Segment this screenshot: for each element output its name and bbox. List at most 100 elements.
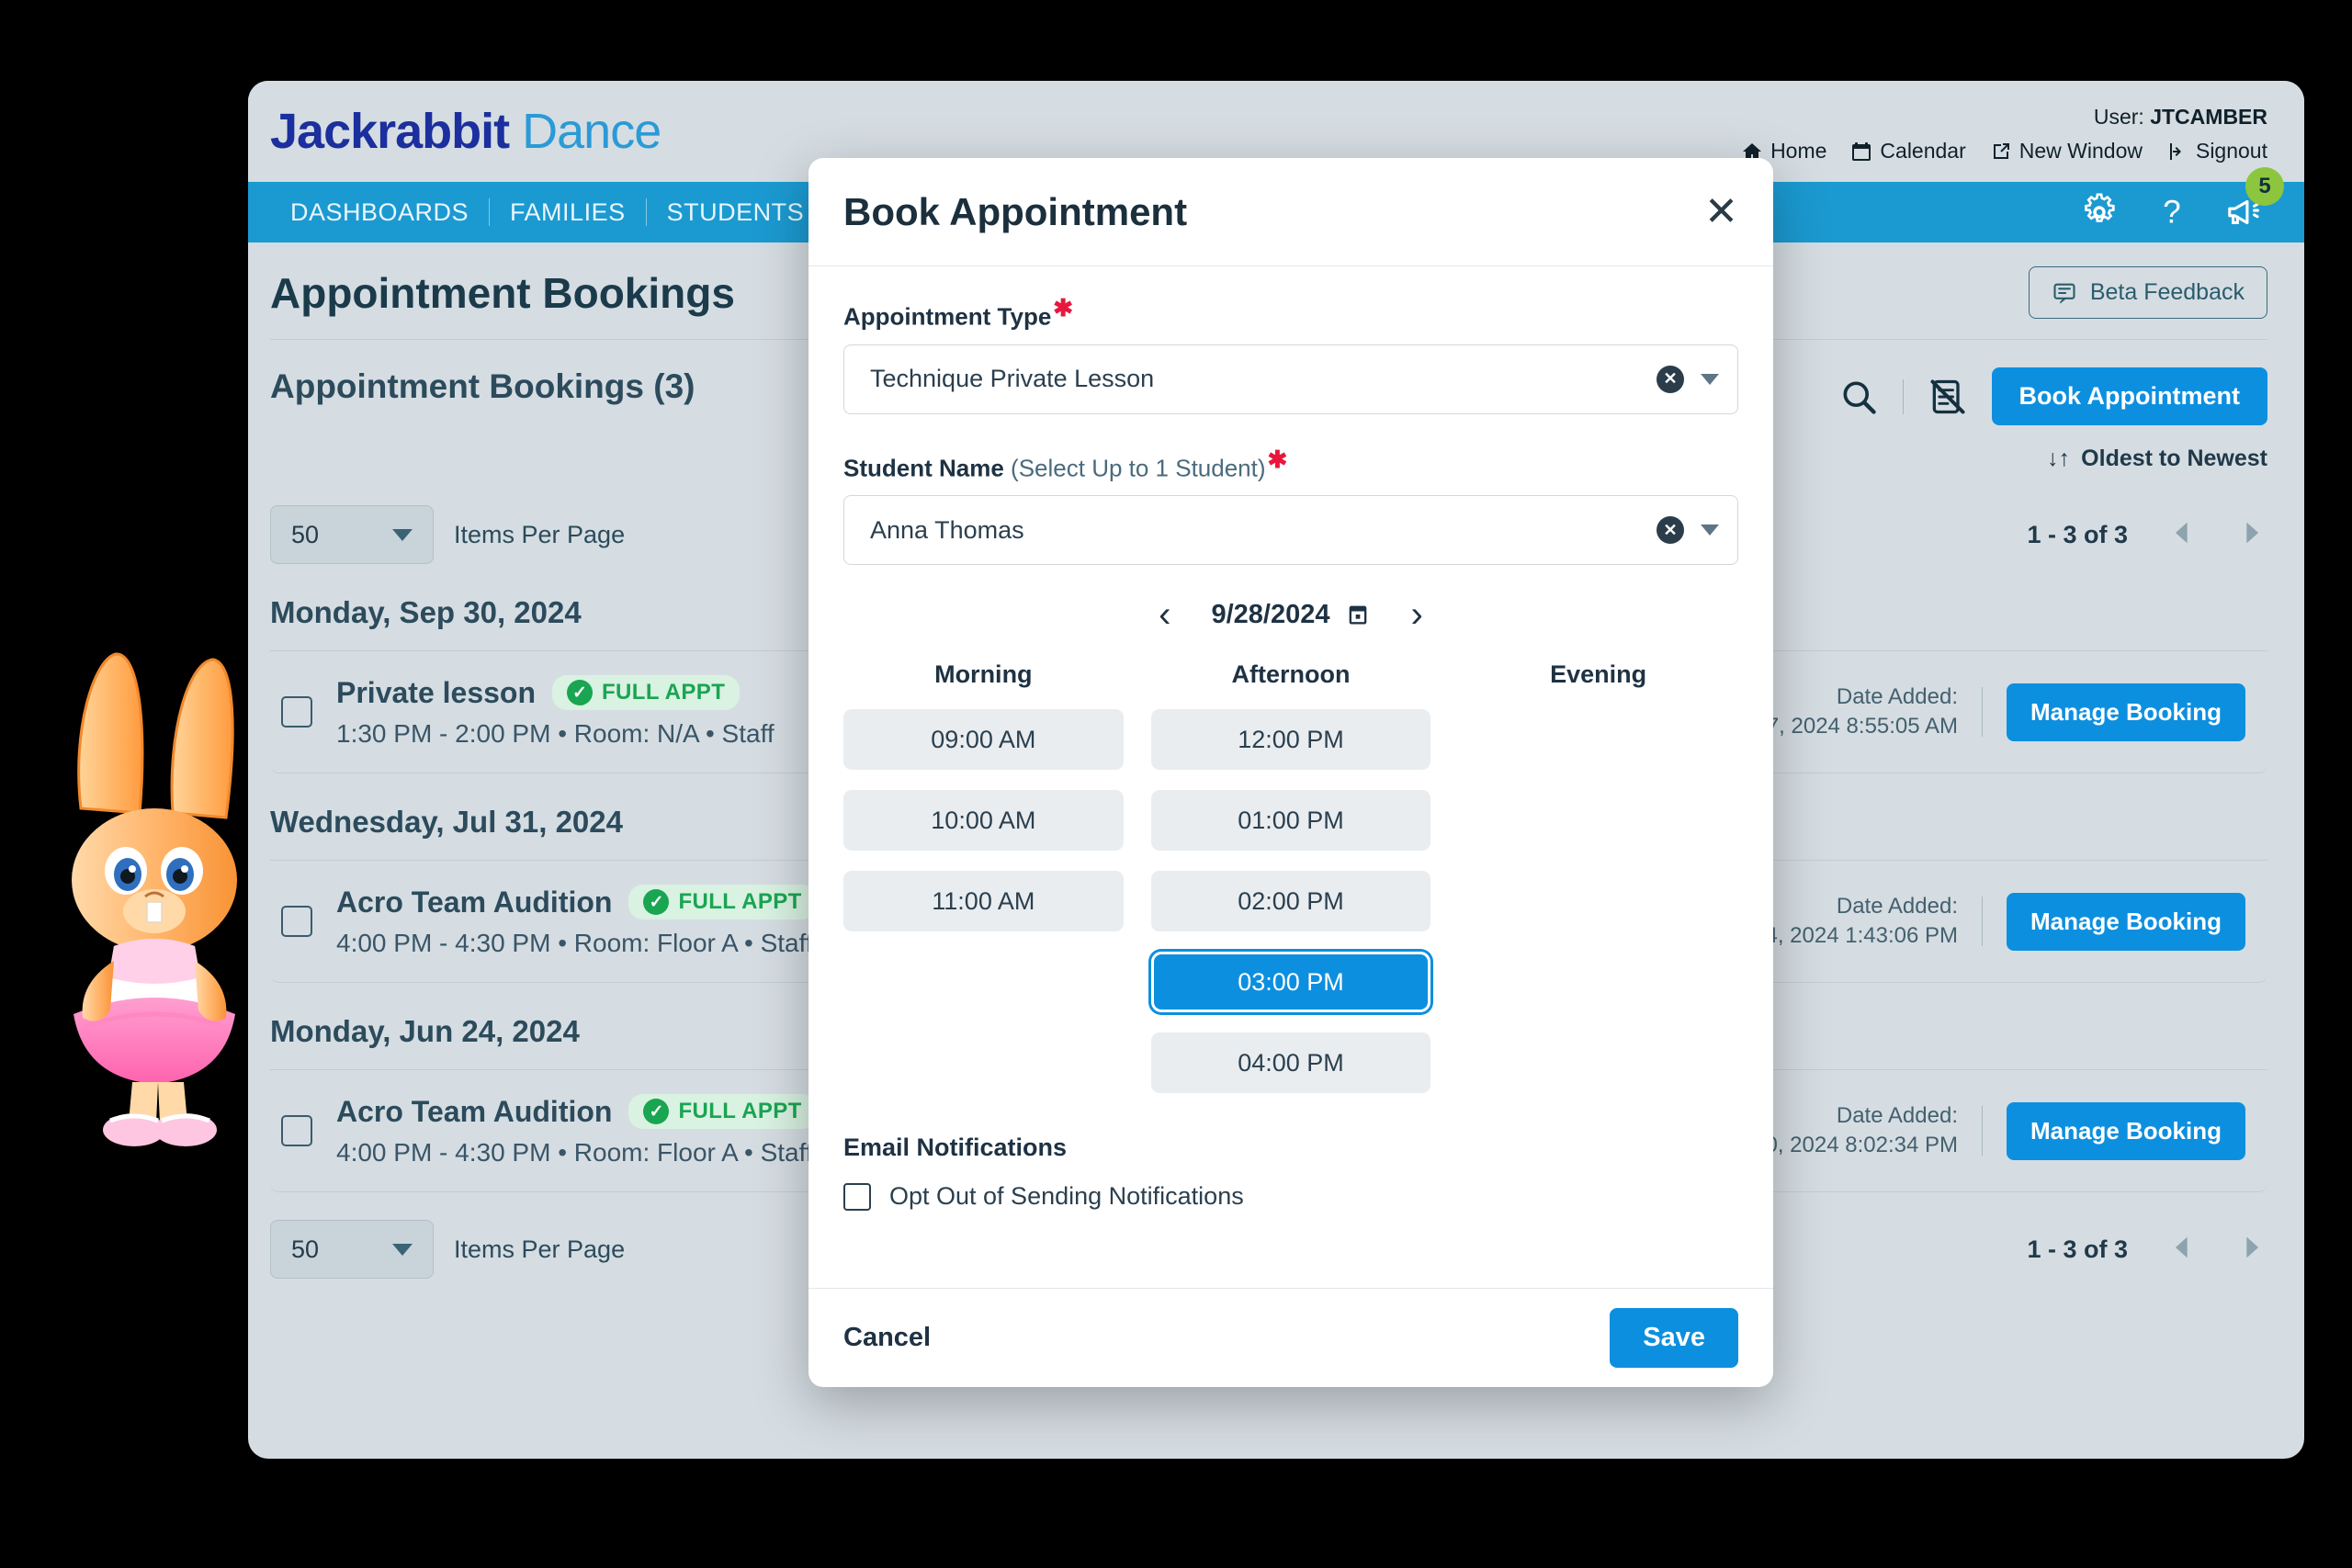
- user-name: JTCAMBER: [2150, 105, 2267, 129]
- manage-booking-button[interactable]: Manage Booking: [2006, 892, 2245, 951]
- announcements-button[interactable]: 5: [2223, 167, 2284, 233]
- save-button[interactable]: Save: [1610, 1308, 1738, 1368]
- date-picker[interactable]: 9/28/2024: [1211, 600, 1370, 630]
- time-slot[interactable]: 04:00 PM: [1150, 1032, 1431, 1094]
- student-name-select[interactable]: Anna Thomas ✕: [843, 495, 1738, 566]
- triangle-left-icon: [2175, 1236, 2188, 1258]
- row-checkbox[interactable]: [281, 696, 312, 728]
- pager-top: 1 - 3 of 3: [2027, 517, 2267, 553]
- page-title: Appointment Bookings: [270, 268, 735, 317]
- status-badge: ✓ FULL APPT: [552, 675, 741, 710]
- time-slot[interactable]: 01:00 PM: [1150, 790, 1431, 852]
- nav-item-students[interactable]: STUDENTS: [647, 198, 825, 227]
- status-badge: ✓ FULL APPT: [628, 885, 817, 919]
- chevron-down-icon[interactable]: [1701, 373, 1719, 385]
- feedback-icon: [2053, 283, 2075, 304]
- settings-button[interactable]: [2078, 191, 2120, 233]
- clear-filters-button[interactable]: [1928, 377, 1968, 417]
- appointment-type-select[interactable]: Technique Private Lesson ✕: [843, 344, 1738, 414]
- pager-prev-top[interactable]: [2166, 517, 2198, 553]
- time-slots-grid: Morning 09:00 AM 10:00 AM 11:00 AM After…: [843, 660, 1738, 1113]
- status-badge: ✓ FULL APPT: [628, 1094, 817, 1129]
- slot-column-header: Morning: [934, 660, 1033, 689]
- opt-out-checkbox[interactable]: [843, 1182, 871, 1211]
- manage-booking-button[interactable]: Manage Booking: [2006, 682, 2245, 741]
- header-link-new-window[interactable]: New Window: [1990, 139, 2143, 164]
- pager-prev-bottom[interactable]: [2166, 1232, 2198, 1268]
- header-link-calendar[interactable]: Calendar: [1850, 139, 1966, 164]
- logo-jackrabbit: Jackrabbit: [270, 104, 510, 159]
- pager-range-bottom: 1 - 3 of 3: [2027, 1235, 2128, 1263]
- student-name-label-text: Student Name: [843, 454, 1004, 482]
- chevron-right-icon[interactable]: ›: [1411, 596, 1423, 633]
- slot-column-afternoon: Afternoon 12:00 PM 01:00 PM 02:00 PM 03:…: [1150, 660, 1431, 1113]
- list-toolbar: Book Appointment: [1838, 367, 2267, 425]
- items-per-page-label-bottom: Items Per Page: [454, 1235, 626, 1263]
- booking-title: Acro Team Audition: [336, 1094, 613, 1128]
- header-link-signout-label: Signout: [2195, 139, 2267, 163]
- chevron-down-icon[interactable]: [1701, 525, 1719, 536]
- slot-column-evening: Evening: [1458, 660, 1738, 1113]
- time-slot[interactable]: 09:00 AM: [843, 709, 1124, 771]
- row-texts: Acro Team Audition ✓ FULL APPT 4:00 PM -…: [336, 885, 817, 958]
- time-slot[interactable]: 12:00 PM: [1150, 709, 1431, 771]
- nav-items: DASHBOARDS FAMILIES STUDENTS: [270, 198, 824, 227]
- row-checkbox[interactable]: [281, 1115, 312, 1146]
- announcements-badge: 5: [2245, 167, 2284, 206]
- clear-icon[interactable]: ✕: [1657, 365, 1684, 393]
- pager-next-top[interactable]: [2236, 517, 2267, 553]
- email-notifications-section: Email Notifications Opt Out of Sending N…: [843, 1134, 1738, 1211]
- required-asterisk: ✱: [1053, 294, 1074, 321]
- book-appointment-modal: Book Appointment ✕ Appointment Type✱ Tec…: [808, 158, 1773, 1387]
- row-texts: Acro Team Audition ✓ FULL APPT 4:00 PM -…: [336, 1094, 817, 1168]
- sort-control[interactable]: ↓↑ Oldest to Newest: [2047, 446, 2267, 472]
- row-title-line: Acro Team Audition ✓ FULL APPT: [336, 885, 817, 919]
- chevron-left-icon[interactable]: ‹: [1159, 596, 1170, 633]
- header-links: Home Calendar New Window Signout: [1741, 139, 2267, 164]
- time-slot[interactable]: 10:00 AM: [843, 790, 1124, 852]
- cancel-button[interactable]: Cancel: [843, 1323, 931, 1353]
- status-badge-label: FULL APPT: [678, 889, 802, 914]
- nav-item-dashboards[interactable]: DASHBOARDS: [270, 198, 489, 227]
- check-icon: ✓: [567, 680, 593, 705]
- search-icon: [1843, 381, 1876, 414]
- row-checkbox[interactable]: [281, 906, 312, 937]
- manage-booking-button[interactable]: Manage Booking: [2006, 1101, 2245, 1160]
- opt-out-row[interactable]: Opt Out of Sending Notifications: [843, 1182, 1738, 1211]
- time-slot-selected[interactable]: 03:00 PM: [1150, 952, 1431, 1013]
- pager-next-bottom[interactable]: [2236, 1232, 2267, 1268]
- gear-icon: [2085, 193, 2115, 222]
- close-icon[interactable]: ✕: [1704, 191, 1738, 232]
- external-link-icon: [1993, 142, 2009, 159]
- chevron-down-icon: [392, 528, 413, 541]
- time-slot[interactable]: 02:00 PM: [1150, 871, 1431, 932]
- row-texts: Private lesson ✓ FULL APPT 1:30 PM - 2:0…: [336, 675, 775, 749]
- help-button[interactable]: ?: [2154, 191, 2190, 233]
- beta-feedback-button[interactable]: Beta Feedback: [2028, 266, 2267, 319]
- student-name-hint: (Select Up to 1 Student): [1011, 454, 1266, 482]
- signout-icon: [2169, 142, 2181, 160]
- slot-column-header: Afternoon: [1231, 660, 1351, 689]
- help-icon: ?: [2163, 195, 2180, 231]
- row-divider: [1981, 1106, 1983, 1156]
- search-button[interactable]: [1838, 377, 1879, 417]
- no-notes-icon: [1930, 378, 1965, 414]
- book-appointment-button[interactable]: Book Appointment: [1991, 367, 2267, 425]
- time-slot[interactable]: 11:00 AM: [843, 871, 1124, 932]
- pager-bottom: 1 - 3 of 3: [2027, 1232, 2267, 1268]
- triangle-right-icon: [2246, 522, 2259, 543]
- clear-icon[interactable]: ✕: [1657, 516, 1684, 545]
- booking-details: 4:00 PM - 4:30 PM • Room: Floor A • Staf…: [336, 929, 813, 957]
- items-per-page-select[interactable]: 50: [270, 505, 434, 564]
- calendar-icon: [1349, 605, 1366, 625]
- items-per-page-control: 50 Items Per Page: [270, 505, 625, 564]
- required-asterisk: ✱: [1267, 445, 1288, 473]
- row-divider: [1981, 897, 1983, 946]
- status-badge-label: FULL APPT: [602, 680, 726, 705]
- row-title-line: Acro Team Audition ✓ FULL APPT: [336, 1094, 817, 1129]
- nav-item-families[interactable]: FAMILIES: [490, 198, 646, 227]
- app-logo: Jackrabbit Dance: [270, 103, 662, 160]
- items-per-page-select-bottom[interactable]: 50: [270, 1220, 434, 1279]
- header-link-signout[interactable]: Signout: [2166, 139, 2267, 164]
- header-right: User: JTCAMBER Home Calendar New Window: [1741, 99, 2267, 164]
